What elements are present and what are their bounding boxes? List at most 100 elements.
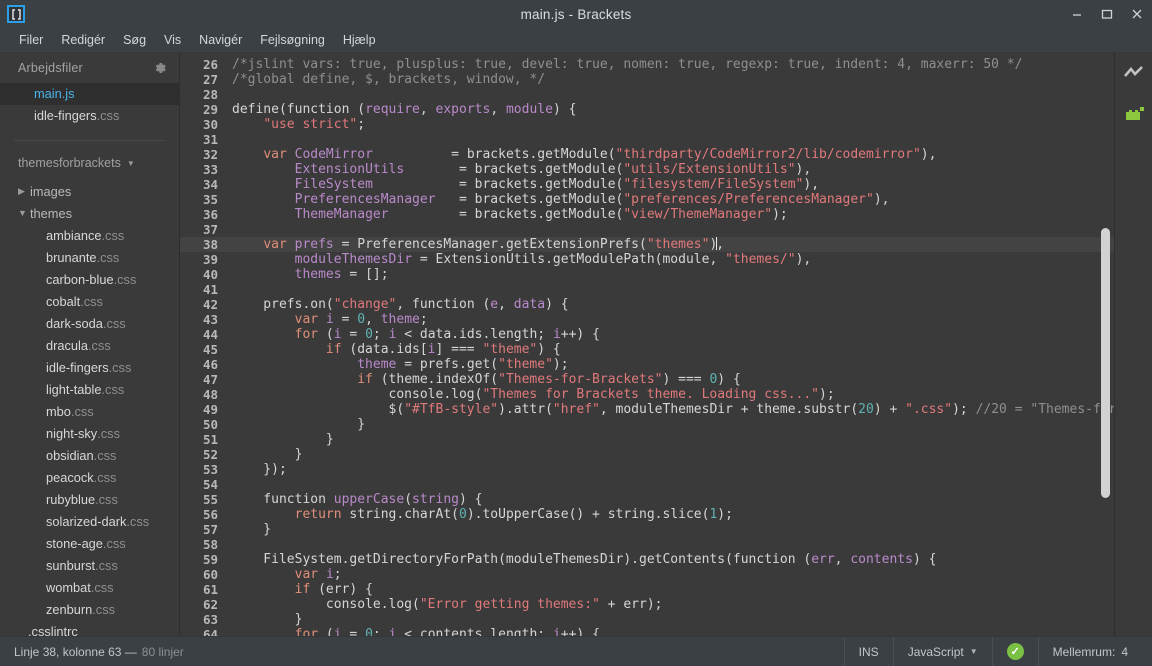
code-line[interactable]: 30 "use strict";	[180, 117, 1114, 132]
menu-item-søg[interactable]: Søg	[114, 30, 155, 50]
extension-manager-icon[interactable]	[1121, 101, 1147, 127]
code-line[interactable]: 57 }	[180, 522, 1114, 537]
maximize-button[interactable]	[1092, 0, 1122, 28]
working-file-item[interactable]: idle-fingers .css	[0, 105, 179, 127]
code-line[interactable]: 34 FileSystem = brackets.getModule("file…	[180, 177, 1114, 192]
menu-item-vis[interactable]: Vis	[155, 30, 190, 50]
code-content: if (err) {	[228, 582, 1114, 597]
tree-folder-themes[interactable]: ▼ themes	[0, 202, 179, 224]
code-line[interactable]: 63 }	[180, 612, 1114, 627]
code-line[interactable]: 40 themes = [];	[180, 267, 1114, 282]
code-token: ) {	[912, 552, 937, 567]
code-line[interactable]: 64 for (i = 0; i < contents.length; i++)…	[180, 627, 1114, 636]
tree-file-item[interactable]: dracula .css	[0, 334, 179, 356]
tree-file-item[interactable]: stone-age .css	[0, 532, 179, 554]
code-line[interactable]: 59 FileSystem.getDirectoryForPath(module…	[180, 552, 1114, 567]
tree-file-item[interactable]: mbo .css	[0, 400, 179, 422]
tree-file-item[interactable]: .csslintrc	[0, 620, 179, 636]
chevron-down-icon[interactable]: ▼	[18, 208, 30, 218]
tree-file-item[interactable]: peacock .css	[0, 466, 179, 488]
code-line[interactable]: 42 prefs.on("change", function (e, data)…	[180, 297, 1114, 312]
code-line[interactable]: 53 });	[180, 462, 1114, 477]
tree-file-item[interactable]: brunante .css	[0, 246, 179, 268]
code-line[interactable]: 48 console.log("Themes for Brackets them…	[180, 387, 1114, 402]
code-line[interactable]: 46 theme = prefs.get("theme");	[180, 357, 1114, 372]
lint-status-indicator[interactable]: ✓	[993, 637, 1038, 666]
tree-file-item[interactable]: light-table .css	[0, 378, 179, 400]
code-line[interactable]: 47 if (theme.indexOf("Themes-for-Bracket…	[180, 372, 1114, 387]
overwrite-mode-indicator[interactable]: INS	[845, 637, 893, 666]
tree-file-item[interactable]: zenburn .css	[0, 598, 179, 620]
tree-file-item[interactable]: cobalt .css	[0, 290, 179, 312]
code-line[interactable]: 32 var CodeMirror = brackets.getModule("…	[180, 147, 1114, 162]
code-line[interactable]: 51 }	[180, 432, 1114, 447]
code-line[interactable]: 36 ThemeManager = brackets.getModule("vi…	[180, 207, 1114, 222]
code-line[interactable]: 45 if (data.ids[i] === "theme") {	[180, 342, 1114, 357]
tree-file-item[interactable]: solarized-dark .css	[0, 510, 179, 532]
code-line[interactable]: 41	[180, 282, 1114, 297]
code-token: function	[232, 492, 334, 507]
tree-file-item[interactable]: carbon-blue .css	[0, 268, 179, 290]
indentation-setting[interactable]: Mellemrum: 4	[1039, 637, 1142, 666]
chevron-right-icon[interactable]: ▶	[18, 186, 30, 197]
menu-item-fejlsøgning[interactable]: Fejlsøgning	[251, 30, 334, 50]
code-line[interactable]: 26 /*jslint vars: true, plusplus: true, d…	[180, 57, 1114, 72]
menu-item-navigér[interactable]: Navigér	[190, 30, 251, 50]
code-line[interactable]: 31	[180, 132, 1114, 147]
code-line[interactable]: 56 return string.charAt(0).toUpperCase()…	[180, 507, 1114, 522]
working-files-list: main.js idle-fingers .css	[0, 82, 180, 131]
code-line[interactable]: 38 var prefs = PreferencesManager.getExt…	[180, 237, 1114, 252]
file-name: zenburn	[46, 601, 93, 617]
tree-folder-images[interactable]: ▶ images	[0, 180, 179, 202]
working-file-item[interactable]: main.js	[0, 82, 180, 105]
tree-file-item[interactable]: rubyblue .css	[0, 488, 179, 510]
code-line[interactable]: 39 moduleThemesDir = ExtensionUtils.getM…	[180, 252, 1114, 267]
tree-file-item[interactable]: obsidian .css	[0, 444, 179, 466]
code-line[interactable]: 52 }	[180, 447, 1114, 462]
code-token: FileSystem.getDirectoryForPath(moduleThe…	[232, 552, 812, 567]
code-line[interactable]: 43 var i = 0, theme;	[180, 312, 1114, 327]
tree-file-item[interactable]: sunburst .css	[0, 554, 179, 576]
menu-item-filer[interactable]: Filer	[10, 30, 52, 50]
code-content: return string.charAt(0).toUpperCase() + …	[228, 507, 1114, 522]
code-line[interactable]: 35 PreferencesManager = brackets.getModu…	[180, 192, 1114, 207]
code-line[interactable]: 61 if (err) {	[180, 582, 1114, 597]
code-line[interactable]: 60 var i;	[180, 567, 1114, 582]
minimize-button[interactable]	[1062, 0, 1092, 28]
code-line[interactable]: 62 console.log("Error getting themes:" +…	[180, 597, 1114, 612]
live-preview-icon[interactable]	[1121, 61, 1147, 87]
code-line[interactable]: 49 $("#TfB-style").attr("href", moduleTh…	[180, 402, 1114, 417]
code-line[interactable]: 55 function upperCase(string) {	[180, 492, 1114, 507]
code-line[interactable]: 58	[180, 537, 1114, 552]
code-line[interactable]: 29 define(function (require, exports, mod…	[180, 102, 1114, 117]
code-line[interactable]: 37	[180, 222, 1114, 237]
code-token: );	[819, 387, 835, 402]
language-selector[interactable]: JavaScript ▼	[894, 637, 992, 666]
code-token: ++) {	[560, 327, 600, 342]
editor-vertical-scrollbar[interactable]	[1101, 228, 1110, 498]
file-extension: .css	[93, 469, 117, 485]
tree-file-item[interactable]: ambiance .css	[0, 224, 179, 246]
tree-file-item[interactable]: idle-fingers .css	[0, 356, 179, 378]
line-number: 64	[202, 627, 218, 636]
code-line[interactable]: 50 }	[180, 417, 1114, 432]
project-header[interactable]: themesforbrackets ▼	[0, 149, 179, 179]
code-content: if (theme.indexOf("Themes-for-Brackets")…	[228, 372, 1114, 387]
code-content: console.log("Error getting themes:" + er…	[228, 597, 1114, 612]
tree-file-item[interactable]: night-sky .css	[0, 422, 179, 444]
menu-item-redigér[interactable]: Redigér	[52, 30, 114, 50]
code-line[interactable]: 33 ExtensionUtils = brackets.getModule("…	[180, 162, 1114, 177]
close-button[interactable]	[1122, 0, 1152, 28]
tree-file-item[interactable]: dark-soda .css	[0, 312, 179, 334]
code-line[interactable]: 27 /*global define, $, brackets, window, …	[180, 72, 1114, 87]
code-token: ,	[498, 297, 514, 312]
code-line[interactable]: 44 for (i = 0; i < data.ids.length; i++)…	[180, 327, 1114, 342]
code-token: }	[232, 447, 303, 462]
code-line[interactable]: 54	[180, 477, 1114, 492]
code-line[interactable]: 28	[180, 87, 1114, 102]
tree-file-item[interactable]: wombat .css	[0, 576, 179, 598]
code-editor[interactable]: 26 /*jslint vars: true, plusplus: true, d…	[180, 53, 1114, 636]
menu-item-hjælp[interactable]: Hjælp	[334, 30, 385, 50]
gear-icon[interactable]	[153, 61, 167, 75]
